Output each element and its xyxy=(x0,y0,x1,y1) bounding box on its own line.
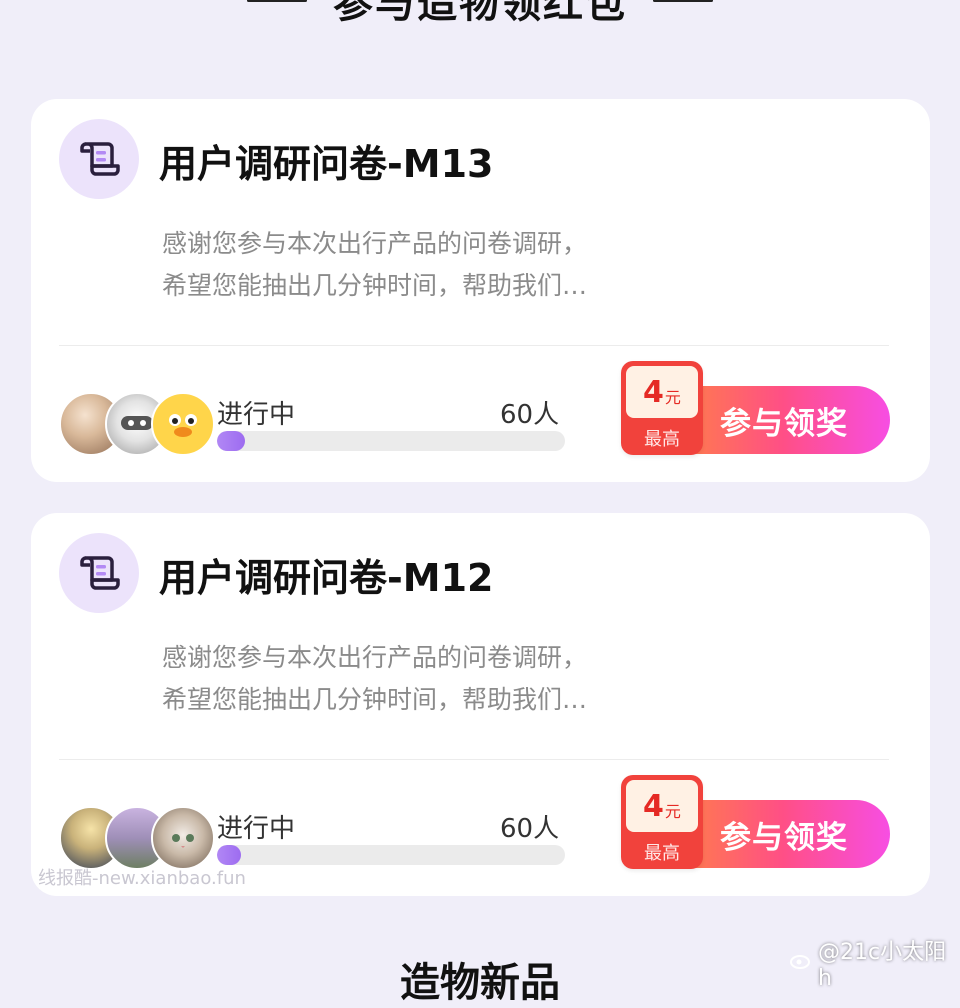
reward-caption: 最高 xyxy=(644,429,680,450)
join-reward-label: 参与领奖 xyxy=(720,405,848,441)
reward-badge: 4元 最高 xyxy=(621,775,703,869)
credit-text: @21c小太阳h xyxy=(818,940,947,991)
avatar xyxy=(151,392,215,456)
status-label: 进行中 xyxy=(217,400,296,430)
progress-bar xyxy=(217,431,565,451)
reward-amount-box: 4元 xyxy=(626,366,698,418)
participant-count: 60人 xyxy=(500,814,560,844)
card-description-line: 感谢您参与本次出行产品的问卷调研， xyxy=(162,643,588,672)
card-description-line: 希望您能抽出几分钟时间，帮助我们… xyxy=(162,271,588,300)
participant-avatars xyxy=(59,806,219,870)
watermark: 线报酷-new.xianbao.fun xyxy=(38,868,246,889)
divider xyxy=(59,345,889,346)
participant-avatars xyxy=(59,392,219,456)
title-decoration-right xyxy=(653,0,713,2)
reward-unit: 元 xyxy=(664,802,681,821)
reward-badge: 4元 最高 xyxy=(621,361,703,455)
participant-count: 60人 xyxy=(500,400,560,430)
progress-fill xyxy=(217,431,245,451)
card-description: 感谢您参与本次出行产品的问卷调研， 希望您能抽出几分钟时间，帮助我们… xyxy=(162,223,722,307)
reward-caption: 最高 xyxy=(644,843,680,864)
scroll-document-icon xyxy=(59,533,139,613)
survey-card[interactable]: 用户调研问卷-M13 感谢您参与本次出行产品的问卷调研， 希望您能抽出几分钟时间… xyxy=(31,99,930,482)
avatar xyxy=(151,806,215,870)
progress-bar xyxy=(217,845,565,865)
reward-unit: 元 xyxy=(664,388,681,407)
weibo-icon xyxy=(790,950,812,975)
card-description: 感谢您参与本次出行产品的问卷调研， 希望您能抽出几分钟时间，帮助我们… xyxy=(162,637,722,721)
weibo-credit: @21c小太阳h xyxy=(790,934,960,991)
card-title: 用户调研问卷-M13 xyxy=(159,142,494,186)
title-decoration-left xyxy=(247,0,307,2)
progress-fill xyxy=(217,845,242,865)
scroll-document-icon xyxy=(59,119,139,199)
survey-card[interactable]: 用户调研问卷-M12 感谢您参与本次出行产品的问卷调研， 希望您能抽出几分钟时间… xyxy=(31,513,930,896)
card-description-line: 感谢您参与本次出行产品的问卷调研， xyxy=(162,229,588,258)
divider xyxy=(59,759,889,760)
reward-amount: 4 xyxy=(643,788,664,824)
card-description-line: 希望您能抽出几分钟时间，帮助我们… xyxy=(162,685,588,714)
section-title: 参与造物领红包 xyxy=(333,0,627,27)
reward-amount: 4 xyxy=(643,374,664,410)
card-title: 用户调研问卷-M12 xyxy=(159,556,494,600)
section-header: 参与造物领红包 xyxy=(0,0,960,30)
join-reward-label: 参与领奖 xyxy=(720,819,848,855)
reward-amount-box: 4元 xyxy=(626,780,698,832)
status-label: 进行中 xyxy=(217,814,296,844)
